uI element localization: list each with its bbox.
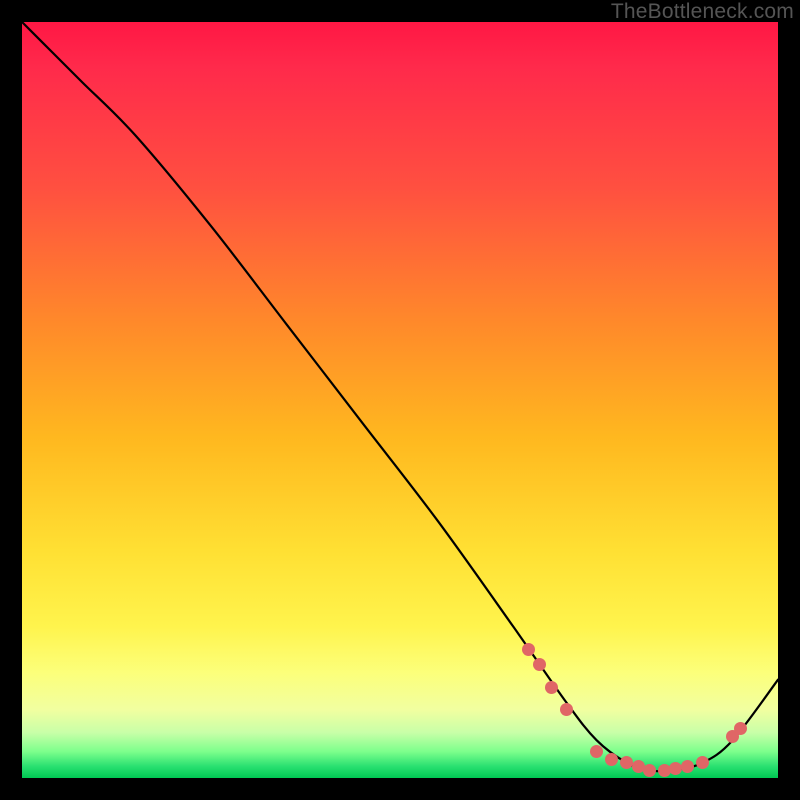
data-marker <box>632 760 645 773</box>
data-marker <box>605 753 618 766</box>
chart-plot-area <box>22 22 778 778</box>
chart-markers <box>22 22 778 778</box>
data-marker <box>522 643 535 656</box>
chart-frame: TheBottleneck.com <box>0 0 800 800</box>
chart-curve <box>22 22 778 778</box>
data-marker <box>560 703 573 716</box>
data-marker <box>681 760 694 773</box>
data-marker <box>590 745 603 758</box>
data-marker <box>643 764 656 777</box>
data-marker <box>545 681 558 694</box>
data-marker <box>734 722 747 735</box>
data-marker <box>658 764 671 777</box>
watermark-text: TheBottleneck.com <box>611 0 794 24</box>
data-marker <box>726 730 739 743</box>
curve-path <box>22 22 778 771</box>
data-marker <box>620 756 633 769</box>
data-marker <box>533 658 546 671</box>
data-marker <box>696 756 709 769</box>
data-marker <box>669 762 682 775</box>
